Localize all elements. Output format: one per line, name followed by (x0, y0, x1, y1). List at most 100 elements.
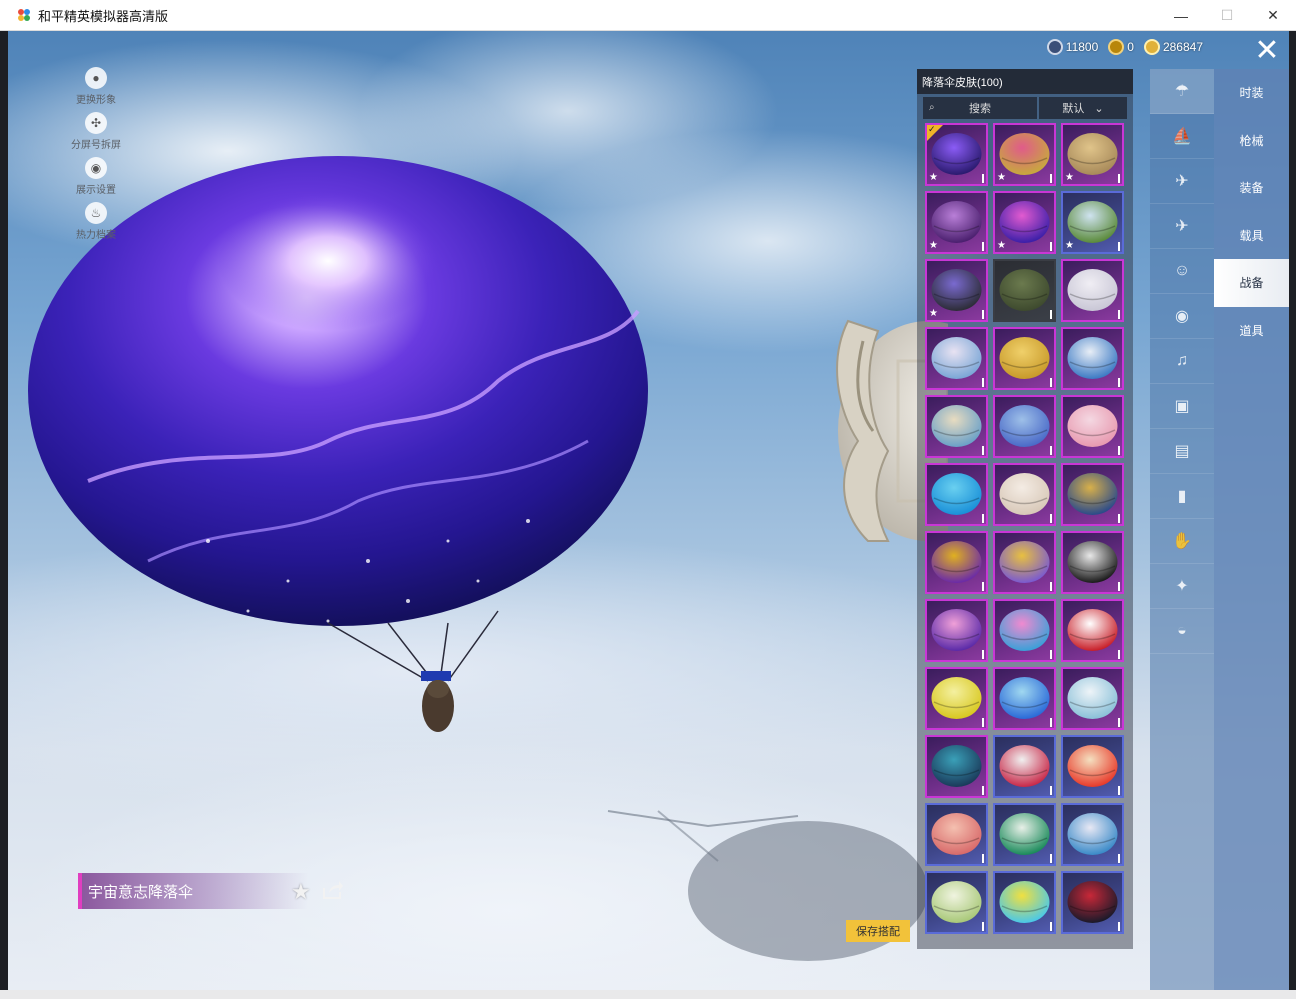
skin-item[interactable] (1061, 871, 1124, 934)
sort-dropdown[interactable]: 默认 ⌄ (1039, 97, 1127, 119)
boat-icon[interactable]: ⛵ (1150, 114, 1214, 159)
skin-item[interactable] (1061, 735, 1124, 798)
skin-item[interactable] (993, 599, 1056, 662)
skin-item[interactable] (1061, 463, 1124, 526)
robot-icon[interactable]: ◉ (1150, 294, 1214, 339)
maximize-button[interactable]: ☐ (1204, 0, 1250, 31)
skin-item[interactable] (925, 531, 988, 594)
parachute-thumbnail (1067, 745, 1118, 787)
tool-display-settings[interactable]: ◉ 展示设置 (68, 157, 124, 196)
parachute-thumbnail (999, 609, 1050, 651)
tab-fashion[interactable]: 时装 (1214, 69, 1289, 117)
tab-vehicles[interactable]: 载具 (1214, 212, 1289, 260)
parachute-thumbnail (999, 881, 1050, 923)
skin-item[interactable] (993, 327, 1056, 390)
quantity-mark (1118, 854, 1120, 863)
badge-icon[interactable]: ▣ (1150, 384, 1214, 429)
skin-item[interactable]: ★ (1061, 123, 1124, 186)
skin-item[interactable]: ★ (993, 123, 1056, 186)
parachute-thumbnail (1067, 269, 1118, 311)
parachute-thumbnail (999, 745, 1050, 787)
tab-weapons[interactable]: 枪械 (1214, 117, 1289, 165)
quantity-mark (1050, 854, 1052, 863)
parachute-thumbnail (999, 473, 1050, 515)
skin-item[interactable]: ★ (993, 191, 1056, 254)
parachute-thumbnail (931, 677, 982, 719)
parachute-icon[interactable]: ☂ (1150, 69, 1214, 114)
skin-item[interactable] (993, 735, 1056, 798)
close-window-button[interactable]: ✕ (1250, 0, 1296, 31)
window-title: 和平精英模拟器高清版 (38, 8, 169, 24)
skin-item[interactable]: ★ (1061, 191, 1124, 254)
quantity-mark (1050, 582, 1052, 591)
skin-item[interactable] (993, 871, 1056, 934)
star-icon: ★ (997, 240, 1006, 251)
skin-item[interactable] (1061, 259, 1124, 322)
speaker-icon[interactable]: ♫ (1150, 339, 1214, 384)
favorite-star-icon[interactable]: ★ (291, 879, 311, 905)
photo-icon[interactable]: ▤ (1150, 429, 1214, 474)
save-outfit-button[interactable]: 保存搭配 (846, 920, 910, 942)
selected-check-icon (927, 125, 943, 141)
tab-combat-gear[interactable]: 战备 (1214, 259, 1289, 307)
skin-item[interactable] (1061, 327, 1124, 390)
star-icon: ★ (929, 308, 938, 319)
skin-item[interactable] (993, 395, 1056, 458)
wand-icon[interactable]: ✦ (1150, 564, 1214, 609)
minimize-button[interactable]: — (1158, 0, 1204, 31)
window-controls: — ☐ ✕ (1158, 0, 1296, 31)
skin-item[interactable] (993, 259, 1056, 322)
tool-label: 分屏号拆屏 (71, 140, 121, 151)
skin-item[interactable] (925, 803, 988, 866)
skin-item[interactable]: ★ (925, 123, 988, 186)
skin-item[interactable] (925, 463, 988, 526)
skin-item[interactable] (1061, 803, 1124, 866)
quantity-mark (982, 718, 984, 727)
skin-item[interactable] (993, 531, 1056, 594)
skin-item[interactable] (993, 463, 1056, 526)
skin-item[interactable] (925, 599, 988, 662)
tab-equipment[interactable]: 装备 (1214, 164, 1289, 212)
parachute-thumbnail (999, 337, 1050, 379)
quantity-mark (1118, 242, 1120, 251)
skin-item[interactable] (925, 735, 988, 798)
skin-item[interactable] (1061, 599, 1124, 662)
panel-title: 降落伞皮肤(100) (917, 69, 1133, 94)
share-icon[interactable] (322, 880, 344, 900)
skin-item[interactable]: ★ (925, 191, 988, 254)
skin-item[interactable] (1061, 531, 1124, 594)
skin-item[interactable] (925, 871, 988, 934)
ufo-icon[interactable]: ◒ (1150, 609, 1214, 654)
quantity-mark (1050, 310, 1052, 319)
quantity-mark (1118, 718, 1120, 727)
quantity-mark (1118, 446, 1120, 455)
skin-item[interactable] (993, 803, 1056, 866)
quantity-mark (1118, 786, 1120, 795)
parachute-preview-model[interactable] (28, 141, 668, 761)
tool-change-appearance[interactable]: ● 更换形象 (68, 67, 124, 106)
hand-icon[interactable]: ✋ (1150, 519, 1214, 564)
skin-item[interactable] (925, 667, 988, 730)
skin-item[interactable] (925, 395, 988, 458)
emote-icon[interactable]: ☺ (1150, 249, 1214, 294)
skin-item[interactable] (993, 667, 1056, 730)
quantity-mark (1118, 650, 1120, 659)
parachute-thumbnail (931, 609, 982, 651)
tool-split-screen[interactable]: ✣ 分屏号拆屏 (68, 112, 124, 151)
skin-item[interactable] (1061, 667, 1124, 730)
currency-medal: 0 (1108, 39, 1134, 55)
skin-item[interactable] (925, 327, 988, 390)
parachute-thumbnail (999, 813, 1050, 855)
tab-items[interactable]: 道具 (1214, 307, 1289, 355)
drone-icon[interactable]: ✈ (1150, 159, 1214, 204)
close-icon[interactable]: ✕ (1251, 35, 1283, 67)
parachute-thumbnail (999, 541, 1050, 583)
plane-icon[interactable]: ✈ (1150, 204, 1214, 249)
tool-heat-archive[interactable]: ♨ 热力档案 (68, 202, 124, 241)
skin-item[interactable] (1061, 395, 1124, 458)
tool-label: 展示设置 (76, 185, 116, 196)
category-icon-column: ☂ ⛵ ✈ ✈ ☺ ◉ ♫ ▣ ▤ ▮ ✋ ✦ ◒ (1150, 69, 1214, 990)
extinguisher-icon[interactable]: ▮ (1150, 474, 1214, 519)
search-input[interactable]: ⌕ 搜索 (923, 97, 1037, 119)
skin-item[interactable]: ★ (925, 259, 988, 322)
